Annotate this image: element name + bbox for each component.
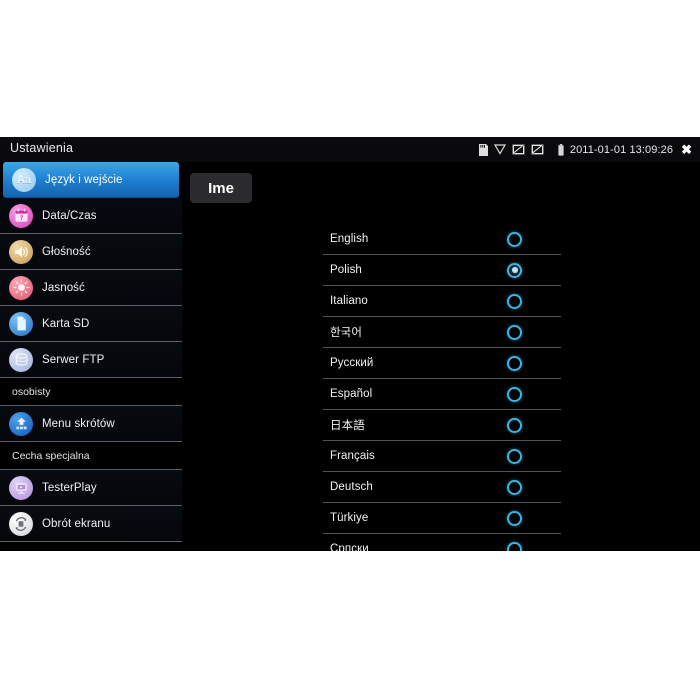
sidebar-item-label: Język i wejście	[45, 173, 123, 186]
screen-rotate-icon	[9, 511, 33, 536]
sidebar-item-language[interactable]: Aa Język i wejście	[3, 162, 179, 198]
sidebar-item-label: Głośność	[42, 245, 91, 258]
list-item[interactable]: Polish	[323, 255, 561, 286]
ftp-server-icon	[9, 347, 33, 372]
language-label: Polish	[330, 264, 362, 276]
language-label: Русский	[330, 357, 374, 369]
language-radio[interactable]	[507, 510, 522, 526]
sidebar-item-screen-rotation[interactable]: Obrót ekranu	[0, 506, 182, 542]
language-label: Deutsch	[330, 481, 373, 493]
language-radio[interactable]	[507, 324, 522, 340]
sidebar-item-label: Karta SD	[42, 317, 90, 330]
sidebar-item-label: TesterPlay	[42, 481, 97, 494]
list-item[interactable]: 한국어	[323, 317, 561, 348]
language-label: 한국어	[330, 327, 363, 339]
sidebar-item-label: Menu skrótów	[42, 417, 115, 430]
volume-icon	[9, 239, 33, 264]
language-radio[interactable]	[507, 541, 522, 551]
language-label: Español	[330, 388, 373, 400]
language-radio[interactable]	[507, 417, 522, 433]
language-radio[interactable]	[507, 231, 522, 247]
sidebar-item-label: Jasność	[42, 281, 85, 294]
brightness-icon	[9, 275, 33, 300]
list-item[interactable]: English	[323, 224, 561, 255]
settings-content: Ime English Polish Italiano 한국어 Русский …	[182, 162, 700, 551]
list-item[interactable]: Français	[323, 441, 561, 472]
sidebar-section-label: Cecha specjalna	[12, 449, 90, 462]
status-bar: Ustawienia 2011-01-01 13:09:26 ✖	[0, 137, 700, 162]
tester-play-icon	[9, 475, 33, 500]
list-item[interactable]: Српски	[323, 534, 561, 551]
language-list: English Polish Italiano 한국어 Русский Espa…	[323, 224, 561, 551]
display-off-icon-2	[531, 144, 544, 155]
list-item[interactable]: Español	[323, 379, 561, 410]
list-item[interactable]: 日本語	[323, 410, 561, 441]
calendar-icon: 7	[9, 203, 33, 228]
sidebar-item-brightness[interactable]: Jasność	[0, 270, 182, 306]
list-item[interactable]: Deutsch	[323, 472, 561, 503]
sidebar-item-sdcard[interactable]: Karta SD	[0, 306, 182, 342]
language-radio[interactable]	[507, 355, 522, 371]
language-label: Français	[330, 450, 375, 462]
signal-triangle-icon	[493, 144, 506, 155]
language-radio[interactable]	[507, 386, 522, 402]
sidebar-section-special: Cecha specjalna	[0, 442, 182, 470]
screenshot-root: Ustawienia 2011-01-01 13:09:26 ✖ Aa Języ…	[0, 0, 700, 700]
list-item[interactable]: Русский	[323, 348, 561, 379]
sd-card-icon	[478, 143, 488, 156]
language-radio[interactable]	[507, 448, 522, 464]
sidebar-item-label: Data/Czas	[42, 209, 97, 222]
status-datetime: 2011-01-01 13:09:26	[569, 143, 674, 156]
shortcut-menu-icon	[9, 411, 33, 436]
tab-ime[interactable]: Ime	[190, 173, 252, 203]
sidebar-item-ftp-server[interactable]: Serwer FTP	[0, 342, 182, 378]
language-radio[interactable]	[507, 479, 522, 495]
sidebar-section-personal: osobisty	[0, 378, 182, 406]
language-icon: Aa	[12, 167, 36, 192]
sidebar-item-label: Serwer FTP	[42, 353, 105, 366]
sidebar-item-shortcut-menu[interactable]: Menu skrótów	[0, 406, 182, 442]
display-off-icon	[512, 144, 525, 155]
battery-icon	[558, 143, 564, 156]
list-item[interactable]: Türkiye	[323, 503, 561, 534]
language-radio[interactable]	[507, 293, 522, 309]
language-label: Türkiye	[330, 512, 369, 524]
list-item[interactable]: Italiano	[323, 286, 561, 317]
sidebar-item-label: Obrót ekranu	[42, 517, 111, 530]
language-radio-selected[interactable]	[507, 262, 522, 278]
language-label: Italiano	[330, 295, 368, 307]
sidebar-item-volume[interactable]: Głośność	[0, 234, 182, 270]
close-icon[interactable]: ✖	[679, 143, 694, 156]
settings-sidebar: Aa Język i wejście 7 Data/Czas Głośność	[0, 162, 182, 551]
language-label: 日本語	[330, 420, 365, 432]
language-label: Српски	[330, 543, 369, 551]
page-title: Ustawienia	[10, 141, 74, 155]
language-label: English	[330, 233, 369, 245]
sidebar-item-datetime[interactable]: 7 Data/Czas	[0, 198, 182, 234]
status-bar-right: 2011-01-01 13:09:26 ✖	[478, 137, 694, 162]
sidebar-section-label: osobisty	[12, 385, 51, 398]
sidebar-item-testerplay[interactable]: TesterPlay	[0, 470, 182, 506]
device-screen: Ustawienia 2011-01-01 13:09:26 ✖ Aa Języ…	[0, 137, 700, 551]
sd-card-icon	[9, 311, 33, 336]
